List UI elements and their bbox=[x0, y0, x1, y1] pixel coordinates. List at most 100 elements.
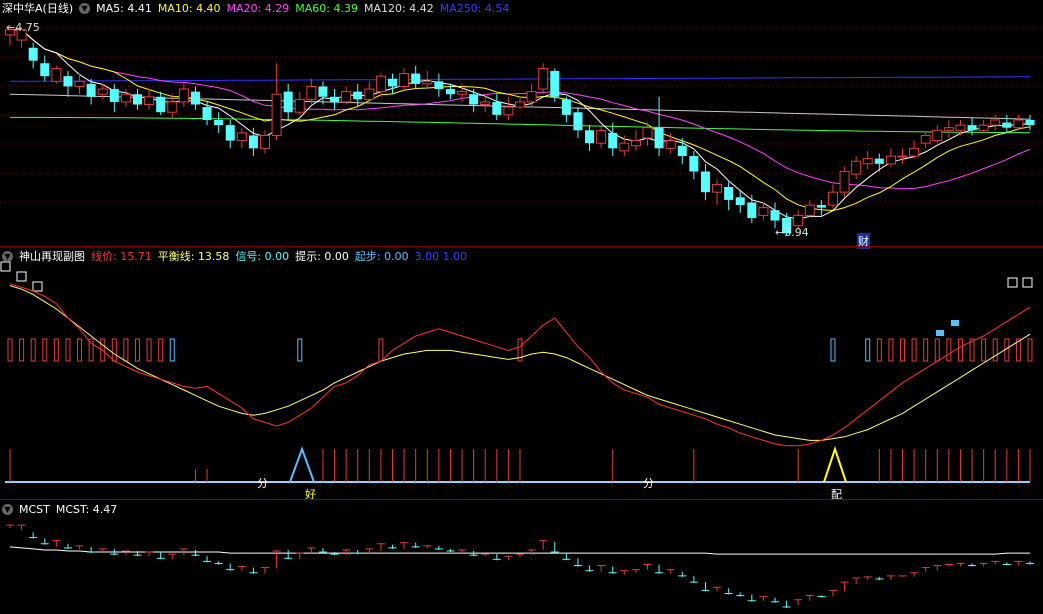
candle-body-down bbox=[677, 145, 687, 157]
candle-body-up bbox=[294, 98, 305, 113]
indicator-panel[interactable]: ▼ 神山再现副图 线价: 15.71 平衡线: 13.58 信号: 0.00 提… bbox=[0, 247, 1043, 501]
signal-box bbox=[865, 338, 871, 362]
candle-body-up bbox=[642, 127, 653, 139]
candle-body-down bbox=[469, 94, 479, 105]
ma20-readout: MA20: 4.29 bbox=[226, 1, 290, 15]
candle-body-down bbox=[770, 210, 780, 221]
high-price-mark: ←4.75 bbox=[6, 21, 40, 34]
candle-body-down bbox=[585, 130, 595, 144]
candle-body-up bbox=[851, 160, 862, 175]
candle-body-down bbox=[1025, 119, 1035, 126]
candle-body-down bbox=[411, 73, 421, 84]
candle-body-up bbox=[260, 134, 270, 149]
price-line bbox=[9, 283, 1031, 447]
signal-box bbox=[65, 338, 71, 362]
signal-box bbox=[158, 338, 164, 362]
ma60-readout: MA60: 4.39 bbox=[295, 1, 358, 15]
candle-body-up bbox=[1013, 119, 1024, 129]
ma120-readout: MA120: 4.42 bbox=[364, 1, 434, 15]
candle-body-up bbox=[457, 91, 468, 95]
candle-body-up bbox=[665, 140, 676, 149]
start-marker bbox=[1022, 277, 1033, 288]
signal-box bbox=[888, 338, 894, 362]
signal-box bbox=[876, 338, 882, 362]
signal-box bbox=[53, 338, 59, 362]
candle-body-up bbox=[909, 147, 920, 157]
candle-body-up bbox=[885, 155, 896, 165]
candle-body-down bbox=[388, 78, 397, 87]
hint-marker bbox=[936, 330, 944, 336]
candle-body-down bbox=[492, 101, 502, 115]
candle-body-up bbox=[619, 142, 630, 152]
candle-body-up bbox=[827, 191, 838, 206]
candle-body-down bbox=[434, 81, 444, 90]
mcst-line bbox=[9, 546, 1030, 555]
start-marker bbox=[16, 271, 27, 282]
candle-body-up bbox=[897, 155, 908, 158]
signal-box bbox=[378, 338, 384, 362]
mcst-panel[interactable]: ▼ MCST MCST: 4.47 bbox=[0, 500, 1043, 614]
candle-body-down bbox=[874, 158, 884, 164]
hint-readout: 提示: 0.00 bbox=[295, 250, 349, 263]
candlestick-header: 深中华A(日线) ▼ MA5: 4.41 MA10: 4.40 MA20: 4.… bbox=[0, 0, 509, 16]
signal-box bbox=[30, 338, 36, 362]
candle-body-up bbox=[526, 91, 537, 103]
collapse-icon[interactable]: ▼ bbox=[2, 503, 13, 515]
candle-body-down bbox=[573, 112, 583, 131]
candlestick-chart[interactable] bbox=[0, 0, 1043, 246]
candle-body-down bbox=[214, 119, 224, 126]
indicator-chart[interactable] bbox=[0, 247, 1043, 499]
start-marker bbox=[32, 281, 43, 292]
candle-body-down bbox=[318, 86, 328, 97]
signal-box bbox=[7, 338, 13, 362]
mcst-header: ▼ MCST MCST: 4.47 bbox=[0, 501, 117, 517]
candle-body-up bbox=[341, 91, 352, 103]
candle-body-up bbox=[515, 101, 525, 108]
signal-readout: 信号: 0.00 bbox=[235, 250, 290, 263]
balance-line bbox=[9, 285, 1031, 441]
signal-box bbox=[946, 338, 952, 362]
candle-body-up bbox=[990, 119, 1001, 126]
signal-box bbox=[135, 338, 140, 362]
candle-body-down bbox=[654, 127, 664, 149]
candle-body-up bbox=[932, 129, 943, 142]
mcst-readout: MCST: 4.47 bbox=[55, 502, 118, 516]
candle-body-up bbox=[144, 96, 155, 106]
signal-peak bbox=[823, 445, 847, 483]
signal-box bbox=[77, 338, 83, 362]
candle-body-up bbox=[920, 134, 931, 144]
candle-body-up bbox=[364, 88, 375, 100]
collapse-icon[interactable]: ▼ bbox=[79, 2, 91, 14]
indicator-header: ▼ 神山再现副图 线价: 15.71 平衡线: 13.58 信号: 0.00 提… bbox=[0, 248, 467, 264]
signal-box bbox=[111, 338, 117, 362]
signal-box bbox=[923, 338, 929, 362]
candle-body-down bbox=[550, 70, 560, 97]
candle-body-down bbox=[248, 135, 258, 149]
ma250-readout: MA250: 4.54 bbox=[439, 1, 510, 15]
indicator-title: 神山再现副图 bbox=[19, 250, 85, 263]
candle-body-up bbox=[955, 124, 966, 131]
candle-body-down bbox=[190, 91, 200, 105]
candle-body-up bbox=[271, 93, 282, 136]
ma10-readout: MA10: 4.40 bbox=[157, 1, 221, 15]
candle-body-down bbox=[689, 156, 699, 172]
candle-body-down bbox=[700, 171, 710, 193]
signal-box bbox=[957, 338, 963, 362]
candle-body-up bbox=[596, 129, 607, 144]
signal-box bbox=[981, 338, 987, 362]
signal-peak bbox=[289, 446, 315, 483]
ma60-line bbox=[10, 116, 1031, 134]
candle-body-up bbox=[712, 183, 723, 193]
signal-box bbox=[911, 338, 917, 362]
candle-body-up bbox=[422, 80, 433, 85]
candle-body-down bbox=[561, 99, 571, 115]
start-marker bbox=[1007, 277, 1018, 288]
mcst-chart[interactable] bbox=[0, 500, 1043, 614]
signal-box bbox=[42, 338, 48, 362]
mark-fen-left: 分 bbox=[257, 477, 268, 490]
collapse-icon[interactable]: ▼ bbox=[2, 250, 13, 262]
candlestick-panel[interactable]: 深中华A(日线) ▼ MA5: 4.41 MA10: 4.40 MA20: 4.… bbox=[0, 0, 1043, 249]
stock-title: 深中华A(日线) bbox=[2, 2, 74, 15]
signal-box bbox=[123, 338, 129, 362]
candle-body-up bbox=[375, 75, 386, 93]
